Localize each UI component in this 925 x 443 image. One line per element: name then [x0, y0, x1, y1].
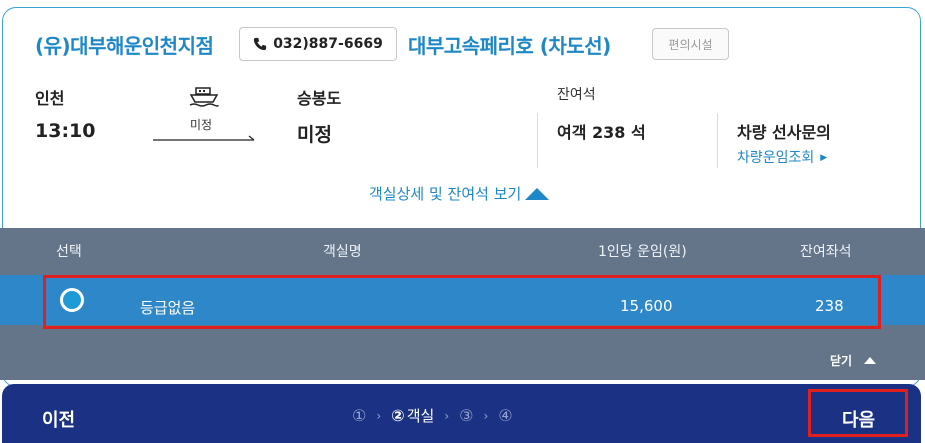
detail-toggle-label: 객실상세 및 잔여석 보기	[369, 185, 522, 203]
departure-time: 13:10	[35, 120, 96, 142]
via-label: 미정	[190, 118, 213, 132]
prev-button[interactable]: 이전	[42, 406, 75, 432]
phone-icon	[254, 37, 267, 51]
vehicle-fare-link[interactable]: 차량운임조회 ▶	[737, 147, 827, 167]
departure-port: 인천	[35, 89, 65, 108]
arrow-right-icon	[153, 135, 255, 141]
step-1: ①	[352, 406, 367, 425]
chevron-right-icon: ›	[483, 408, 489, 423]
divider	[717, 113, 718, 168]
column-header-fare: 1인당 운임(원)	[598, 244, 687, 260]
vehicle-inquiry-title: 차량 선사문의	[737, 123, 831, 142]
column-header-remaining: 잔여좌석	[800, 244, 852, 260]
step-2-label: 객실	[406, 407, 435, 425]
facility-button[interactable]: 편의시설	[652, 28, 729, 60]
triangle-up-icon	[525, 187, 550, 200]
column-header-select: 선택	[56, 244, 82, 260]
close-button[interactable]: 닫기	[830, 352, 877, 369]
highlight-box	[808, 389, 908, 437]
ship-name: 대부고속페리호 (차도선)	[408, 34, 611, 58]
close-label: 닫기	[830, 354, 853, 368]
triangle-up-icon	[864, 357, 877, 364]
arrival-time: 미정	[297, 124, 332, 146]
step-2: ②	[391, 406, 405, 425]
company-name: (유)대부해운인천지점	[35, 34, 214, 58]
arrival-port: 승봉도	[297, 89, 342, 108]
remaining-seats-label: 잔여석	[557, 87, 596, 103]
remaining-seats-value: 여객 238 석	[557, 123, 646, 142]
step-4: ④	[498, 406, 513, 425]
step-indicator: ① › ② 객실 › ③ › ④	[352, 405, 513, 426]
ship-icon	[189, 87, 219, 107]
column-header-room: 객실명	[323, 244, 362, 260]
highlight-box	[43, 275, 881, 329]
chevron-right-icon: ›	[444, 408, 450, 423]
phone-number: 032)887-6669	[273, 36, 383, 52]
chevron-right-icon: ›	[376, 408, 382, 423]
detail-toggle-button[interactable]: 객실상세 및 잔여석 보기	[369, 183, 550, 204]
triangle-right-icon: ▶	[820, 153, 828, 163]
step-3: ③	[459, 406, 474, 425]
vehicle-fare-link-label: 차량운임조회	[737, 150, 815, 166]
divider	[537, 113, 538, 168]
phone-button[interactable]: 032)887-6669	[239, 27, 397, 61]
